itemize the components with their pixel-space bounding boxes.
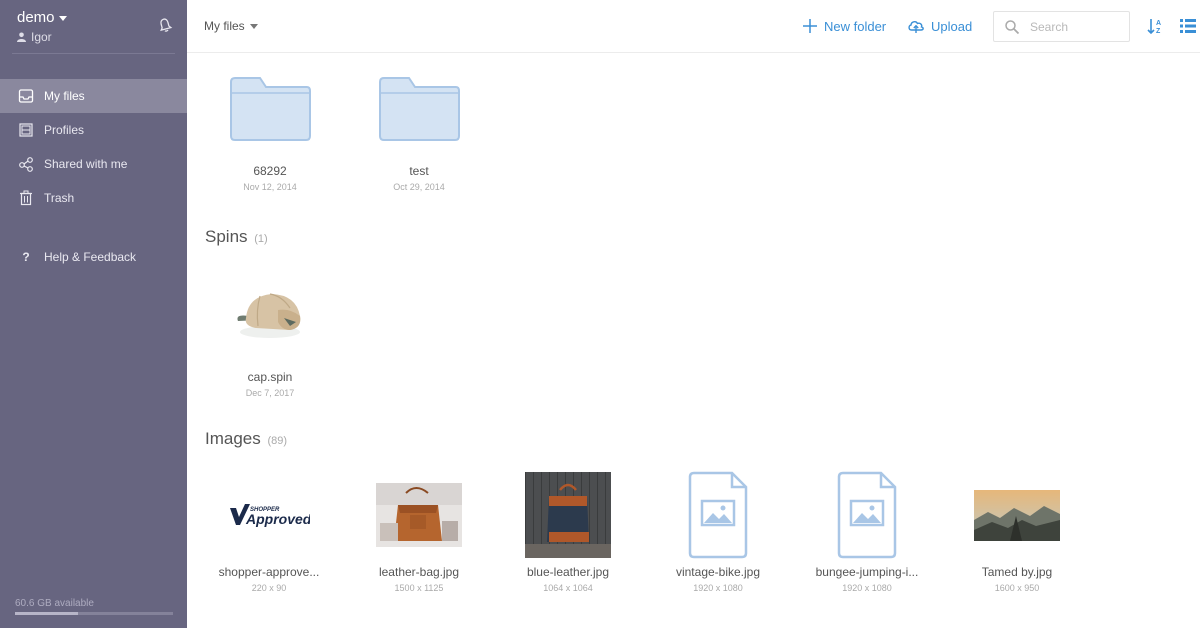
user-icon <box>17 32 26 42</box>
sidebar-item-label: My files <box>44 89 85 103</box>
sort-az-icon[interactable]: A Z <box>1147 17 1165 35</box>
spin-item[interactable]: cap.spin Dec 7, 2017 <box>205 282 335 398</box>
account-switcher: demo Igor <box>17 9 67 44</box>
cloud-upload-icon <box>908 21 924 33</box>
image-item[interactable]: Tamed by.jpg 1600 x 950 <box>952 471 1082 593</box>
image-name: leather-bag.jpg <box>378 565 460 579</box>
image-item[interactable]: SHOPPER Approved shopper-approve... 220 … <box>204 471 334 593</box>
breadcrumb[interactable]: My files <box>204 19 258 33</box>
search-icon <box>1005 19 1020 34</box>
svg-text:A: A <box>1156 20 1161 27</box>
folder-item[interactable]: 68292 Nov 12, 2014 <box>205 76 335 192</box>
new-folder-button[interactable]: New folder <box>802 18 886 34</box>
spin-date: Dec 7, 2017 <box>245 388 295 398</box>
upload-label: Upload <box>931 18 973 34</box>
sidebar-item-label: Shared with me <box>44 157 128 171</box>
sidebar-item-profiles[interactable]: Profiles <box>0 113 187 147</box>
image-thumbnail: SHOPPER Approved <box>204 471 334 559</box>
image-placeholder-icon <box>653 471 783 559</box>
image-dimensions: 220 x 90 <box>251 583 287 593</box>
trash-icon <box>18 190 34 206</box>
folder-name: 68292 <box>253 164 287 178</box>
image-thumbnail <box>503 471 633 559</box>
section-title: Images <box>205 429 261 448</box>
spin-name: cap.spin <box>247 370 293 384</box>
section-count: (1) <box>254 233 268 245</box>
image-dimensions: 1600 x 950 <box>994 583 1040 593</box>
blue-leather-image <box>525 472 611 558</box>
svg-text:Approved: Approved <box>245 511 310 527</box>
image-item[interactable]: leather-bag.jpg 1500 x 1125 <box>354 471 484 593</box>
svg-text:Z: Z <box>1156 28 1161 35</box>
sidebar-item-label: Help & Feedback <box>44 250 137 264</box>
upload-button[interactable]: Upload <box>907 18 972 34</box>
account-name: demo <box>17 9 55 26</box>
section-title: Spins <box>205 227 248 246</box>
chevron-down-icon <box>249 24 258 29</box>
storage-bar-fill <box>15 612 79 615</box>
plus-icon <box>803 19 817 33</box>
image-name: Tamed by.jpg <box>981 565 1053 579</box>
image-dimensions: 1920 x 1080 <box>693 583 743 593</box>
new-folder-label: New folder <box>824 18 887 34</box>
search-box <box>993 11 1130 42</box>
sidebar: demo Igor My files Profiles Shared with … <box>0 0 187 628</box>
share-icon <box>18 156 34 172</box>
folder-icon <box>354 76 484 142</box>
topbar: My files New folder Upload A Z <box>187 0 1200 53</box>
image-item[interactable]: vintage-bike.jpg 1920 x 1080 <box>653 471 783 593</box>
breadcrumb-current: My files <box>204 19 245 33</box>
section-spins-header: Spins (1) <box>205 227 268 247</box>
folder-name: test <box>409 164 429 178</box>
image-placeholder-icon <box>802 471 932 559</box>
profiles-icon <box>18 122 34 138</box>
sidebar-item-help[interactable]: ? Help & Feedback <box>0 240 187 274</box>
folder-item[interactable]: test Oct 29, 2014 <box>354 76 484 192</box>
sidebar-item-label: Profiles <box>44 123 85 137</box>
question-icon: ? <box>22 250 30 264</box>
leather-bag-image <box>376 483 462 547</box>
search-input[interactable] <box>1030 19 1120 34</box>
sidebar-item-trash[interactable]: Trash <box>0 181 187 215</box>
shopper-approved-logo: SHOPPER Approved <box>230 504 310 527</box>
spin-thumbnail <box>205 282 335 350</box>
image-dimensions: 1920 x 1080 <box>842 583 892 593</box>
sidebar-item-shared[interactable]: Shared with me <box>0 147 187 181</box>
notification-bell-icon[interactable] <box>156 16 174 34</box>
folder-icon <box>205 76 335 142</box>
list-view-icon[interactable] <box>1179 17 1197 35</box>
image-item[interactable]: bungee-jumping-i... 1920 x 1080 <box>802 471 932 593</box>
storage-bar <box>15 612 173 615</box>
image-name: vintage-bike.jpg <box>675 565 761 579</box>
image-thumbnail <box>354 471 484 559</box>
image-name: blue-leather.jpg <box>526 565 610 579</box>
sidebar-divider <box>12 53 175 54</box>
help-section: ? Help & Feedback <box>0 240 187 274</box>
sidebar-item-my-files[interactable]: My files <box>0 79 187 113</box>
inbox-icon <box>18 88 34 104</box>
image-thumbnail <box>952 471 1082 559</box>
folder-date: Oct 29, 2014 <box>393 182 445 192</box>
sidebar-item-label: Trash <box>44 191 75 205</box>
account-menu[interactable]: demo <box>17 9 67 26</box>
sidebar-nav: My files Profiles Shared with me Trash <box>0 79 187 215</box>
storage-available: 60.6 GB available <box>15 598 94 609</box>
image-name: bungee-jumping-i... <box>815 565 919 579</box>
section-count: (89) <box>267 435 288 447</box>
image-item[interactable]: blue-leather.jpg 1064 x 1064 <box>503 471 633 593</box>
mountain-landscape-image <box>974 489 1060 541</box>
folder-date: Nov 12, 2014 <box>243 182 297 192</box>
user-name: Igor <box>31 30 52 44</box>
image-dimensions: 1064 x 1064 <box>543 583 593 593</box>
chevron-down-icon <box>58 16 67 21</box>
image-name: shopper-approve... <box>218 565 320 579</box>
section-images-header: Images (89) <box>205 429 287 449</box>
user-info: Igor <box>17 30 67 44</box>
cap-image <box>237 293 301 338</box>
image-dimensions: 1500 x 1125 <box>394 583 444 593</box>
